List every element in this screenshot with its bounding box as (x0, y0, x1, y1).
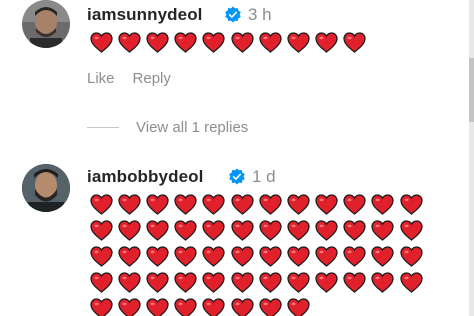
red-heart-emoji-icon (313, 269, 341, 295)
red-heart-emoji-icon (115, 217, 143, 243)
red-heart-emoji-icon (313, 217, 341, 243)
red-heart-emoji-icon (87, 217, 115, 243)
red-heart-emoji-icon (341, 29, 369, 55)
red-heart-emoji-icon (228, 269, 256, 295)
red-heart-emoji-icon (172, 217, 200, 243)
red-heart-emoji-icon (313, 191, 341, 217)
red-heart-emoji-icon (341, 243, 369, 269)
red-heart-emoji-icon (397, 243, 425, 269)
red-heart-emoji-icon (256, 295, 284, 316)
red-heart-emoji-icon (143, 29, 171, 55)
red-heart-emoji-icon (87, 295, 115, 316)
red-heart-emoji-icon (256, 217, 284, 243)
red-heart-emoji-icon (341, 269, 369, 295)
red-heart-emoji-icon (87, 29, 115, 55)
red-heart-emoji-icon (256, 191, 284, 217)
red-heart-emoji-icon (284, 269, 312, 295)
red-heart-emoji-icon (172, 295, 200, 316)
red-heart-emoji-icon (369, 243, 397, 269)
red-heart-emoji-icon (115, 243, 143, 269)
scrollbar-thumb[interactable] (469, 58, 474, 122)
red-heart-emoji-icon (313, 29, 341, 55)
red-heart-emoji-icon (172, 269, 200, 295)
red-heart-emoji-icon (397, 217, 425, 243)
red-heart-emoji-icon (172, 243, 200, 269)
like-button[interactable]: Like (87, 70, 115, 87)
red-heart-emoji-icon (369, 217, 397, 243)
comments-panel: iamsunnydeol 3 h Like Reply View all 1 r… (0, 0, 474, 316)
verified-badge-icon (229, 168, 245, 185)
comment-timestamp: 1 d (252, 167, 276, 186)
red-heart-emoji-icon (284, 191, 312, 217)
red-heart-emoji-icon (256, 29, 284, 55)
red-heart-emoji-icon (284, 295, 312, 316)
red-heart-emoji-icon (115, 269, 143, 295)
red-heart-emoji-icon (115, 295, 143, 316)
red-heart-emoji-icon (284, 217, 312, 243)
red-heart-emoji-icon (228, 295, 256, 316)
replies-divider-line (87, 127, 119, 128)
verified-badge-icon (225, 6, 241, 23)
red-heart-emoji-icon (256, 243, 284, 269)
comment-text-hearts (87, 29, 427, 55)
red-heart-emoji-icon (143, 269, 171, 295)
red-heart-emoji-icon (341, 217, 369, 243)
red-heart-emoji-icon (200, 191, 228, 217)
red-heart-emoji-icon (313, 243, 341, 269)
red-heart-emoji-icon (200, 29, 228, 55)
red-heart-emoji-icon (115, 29, 143, 55)
red-heart-emoji-icon (228, 217, 256, 243)
red-heart-emoji-icon (397, 269, 425, 295)
red-heart-emoji-icon (143, 217, 171, 243)
red-heart-emoji-icon (172, 29, 200, 55)
red-heart-emoji-icon (228, 243, 256, 269)
red-heart-emoji-icon (200, 243, 228, 269)
red-heart-emoji-icon (87, 269, 115, 295)
comment-username[interactable]: iamsunnydeol (87, 5, 203, 25)
red-heart-emoji-icon (397, 191, 425, 217)
red-heart-emoji-icon (200, 295, 228, 316)
red-heart-emoji-icon (143, 243, 171, 269)
comment-actions: Like Reply (87, 70, 171, 87)
red-heart-emoji-icon (369, 269, 397, 295)
red-heart-emoji-icon (172, 191, 200, 217)
red-heart-emoji-icon (284, 243, 312, 269)
red-heart-emoji-icon (143, 295, 171, 316)
red-heart-emoji-icon (228, 29, 256, 55)
red-heart-emoji-icon (87, 191, 115, 217)
red-heart-emoji-icon (228, 191, 256, 217)
comment-timestamp: 3 h (248, 5, 272, 24)
view-replies-button[interactable]: View all 1 replies (136, 119, 248, 136)
red-heart-emoji-icon (87, 243, 115, 269)
scrollbar-track[interactable] (469, 0, 474, 316)
red-heart-emoji-icon (369, 191, 397, 217)
comment-username[interactable]: iambobbydeol (87, 167, 203, 187)
avatar-iambobbydeol[interactable] (22, 164, 70, 212)
avatar-iamsunnydeol[interactable] (22, 0, 70, 48)
red-heart-emoji-icon (115, 191, 143, 217)
red-heart-emoji-icon (200, 217, 228, 243)
red-heart-emoji-icon (256, 269, 284, 295)
comment-text-hearts (87, 191, 427, 316)
reply-button[interactable]: Reply (133, 70, 171, 87)
view-replies: View all 1 replies (87, 119, 248, 136)
red-heart-emoji-icon (341, 191, 369, 217)
red-heart-emoji-icon (143, 191, 171, 217)
red-heart-emoji-icon (284, 29, 312, 55)
red-heart-emoji-icon (200, 269, 228, 295)
